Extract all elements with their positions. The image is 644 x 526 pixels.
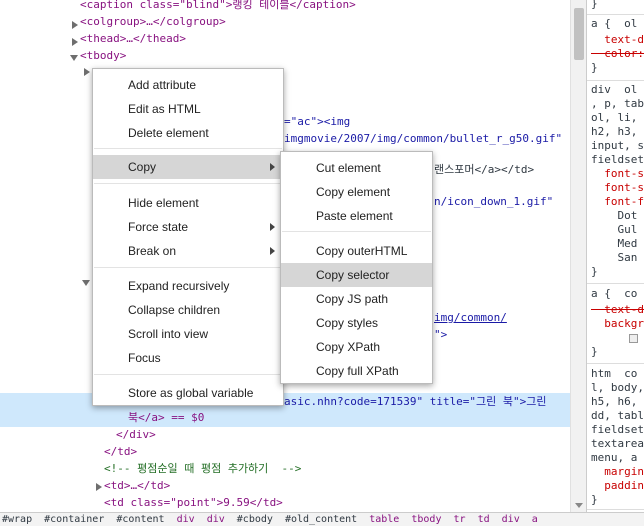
menu-item-break-on[interactable]: Break on <box>93 239 283 263</box>
collapse-triangle-icon[interactable] <box>82 280 90 286</box>
dom-comment[interactable]: <!-- 평점순일 때 평점 추가하기 --> <box>104 460 301 477</box>
submenu-arrow-icon <box>270 223 275 231</box>
menu-separator <box>94 267 282 268</box>
menu-item-copy-full-xpath[interactable]: Copy full XPath <box>281 359 432 383</box>
menu-item-paste-element[interactable]: Paste element <box>281 204 432 228</box>
breadcrumb-item[interactable]: #old_content <box>285 514 357 525</box>
context-menu: Add attribute Edit as HTML Delete elemen… <box>92 68 284 406</box>
breadcrumb-item[interactable]: #content <box>116 514 164 525</box>
menu-item-delete-element[interactable]: Delete element <box>93 121 283 145</box>
rule-divider <box>587 509 644 510</box>
breadcrumb-item[interactable]: td <box>478 514 490 525</box>
menu-item-hide-element[interactable]: Hide element <box>93 191 283 215</box>
rule-divider <box>587 80 644 81</box>
menu-item-cut-element[interactable]: Cut element <box>281 156 432 180</box>
breadcrumb-item[interactable]: tr <box>454 514 466 525</box>
style-property-overridden[interactable]: color: <box>591 46 644 62</box>
breadcrumb-item[interactable]: div <box>207 514 225 525</box>
menu-separator <box>94 374 282 375</box>
image-preview-icon[interactable] <box>629 334 638 343</box>
menu-item-edit-as-html[interactable]: Edit as HTML <box>93 97 283 121</box>
menu-item-collapse-children[interactable]: Collapse children <box>93 298 283 322</box>
breadcrumb-item[interactable]: tbody <box>411 514 441 525</box>
dom-line[interactable]: 랜스포머</a></td> <box>434 161 534 178</box>
breadcrumb-item[interactable]: #wrap <box>2 514 32 525</box>
style-selector[interactable]: a { ol <box>591 16 637 32</box>
expand-triangle-icon[interactable] <box>84 68 90 76</box>
menu-item-copy-element[interactable]: Copy element <box>281 180 432 204</box>
rule-divider <box>587 14 644 15</box>
style-line: } <box>591 0 598 10</box>
submenu-arrow-icon <box>270 247 275 255</box>
expand-triangle-icon[interactable] <box>96 483 102 491</box>
style-line: } <box>591 493 598 506</box>
dom-line[interactable]: <colgroup>…</colgroup> <box>80 13 226 30</box>
dom-line[interactable]: <td class="point">9.59</td> <box>104 494 283 511</box>
expand-triangle-icon[interactable] <box>72 38 78 46</box>
menu-item-force-state[interactable]: Force state <box>93 215 283 239</box>
rule-divider <box>587 363 644 364</box>
menu-item-expand-recursively[interactable]: Expand recursively <box>93 274 283 298</box>
style-line: } <box>591 345 598 358</box>
menu-item-store-as-global-variable[interactable]: Store as global variable <box>93 381 283 405</box>
expand-triangle-icon[interactable] <box>72 21 78 29</box>
style-line: } <box>591 61 598 74</box>
breadcrumb-item[interactable]: a <box>532 514 538 525</box>
style-value[interactable]: San <box>591 250 637 266</box>
menu-item-copy-styles[interactable]: Copy styles <box>281 311 432 335</box>
menu-item-scroll-into-view[interactable]: Scroll into view <box>93 322 283 346</box>
collapse-triangle-icon[interactable] <box>70 55 78 61</box>
dom-line[interactable]: </div> <box>116 426 156 443</box>
breadcrumb-item[interactable]: div <box>502 514 520 525</box>
scrollbar-thumb[interactable] <box>574 8 584 60</box>
dom-line[interactable]: ="ac"><img <box>284 113 350 130</box>
style-line: } <box>591 265 598 278</box>
styles-pane[interactable]: } a { ol text-d color: } div ol , p, tab… <box>586 0 644 512</box>
dom-line[interactable]: <tbody> <box>80 47 126 64</box>
menu-item-label: Force state <box>128 220 189 234</box>
menu-item-copy-outerhtml[interactable]: Copy outerHTML <box>281 239 432 263</box>
dom-line-selected[interactable]: asic.nhn?code=171539" title="그린 북">그린 <box>284 393 547 410</box>
dom-line[interactable]: </td> <box>104 443 137 460</box>
menu-item-add-attribute[interactable]: Add attribute <box>93 73 283 97</box>
menu-item-copy-selector[interactable]: Copy selector <box>281 263 432 287</box>
dom-line[interactable]: "> <box>434 326 447 343</box>
breadcrumb-item[interactable]: #container <box>44 514 104 525</box>
dom-line[interactable]: <thead>…</thead> <box>80 30 186 47</box>
menu-item-copy[interactable]: Copy <box>93 155 283 179</box>
dom-line[interactable]: <td>…</td> <box>104 477 170 494</box>
menu-item-label: Break on <box>128 244 177 258</box>
breadcrumb-item[interactable]: table <box>369 514 399 525</box>
menu-item-copy-xpath[interactable]: Copy XPath <box>281 335 432 359</box>
rule-divider <box>587 283 644 284</box>
menu-separator <box>94 148 282 149</box>
menu-item-label: Copy <box>128 160 157 174</box>
menu-item-focus[interactable]: Focus <box>93 346 283 370</box>
dom-line[interactable]: imgmovie/2007/img/common/bullet_r_g50.gi… <box>284 130 562 147</box>
breadcrumb-item[interactable]: div <box>177 514 195 525</box>
breadcrumb-item[interactable]: #cbody <box>237 514 273 525</box>
breadcrumb: #wrap #container #content div div #cbody… <box>0 512 644 526</box>
elements-scrollbar[interactable] <box>570 0 586 512</box>
menu-separator <box>282 231 431 232</box>
menu-item-copy-js-path[interactable]: Copy JS path <box>281 287 432 311</box>
style-selector[interactable]: a { co <box>591 286 637 302</box>
style-property[interactable]: paddin <box>591 478 644 494</box>
dom-line[interactable]: n/icon_down_1.gif" <box>434 193 553 210</box>
submenu-arrow-icon <box>270 163 275 171</box>
copy-submenu: Cut element Copy element Paste element C… <box>280 151 433 384</box>
dom-line-selected[interactable]: 북</a> == $0 <box>128 409 204 426</box>
scroll-down-icon[interactable] <box>575 503 583 508</box>
dom-line-link[interactable]: img/common/ <box>434 309 507 326</box>
menu-separator <box>94 183 282 184</box>
dom-line[interactable]: <caption class="blind">랭킹 테이블</caption> <box>80 0 356 13</box>
